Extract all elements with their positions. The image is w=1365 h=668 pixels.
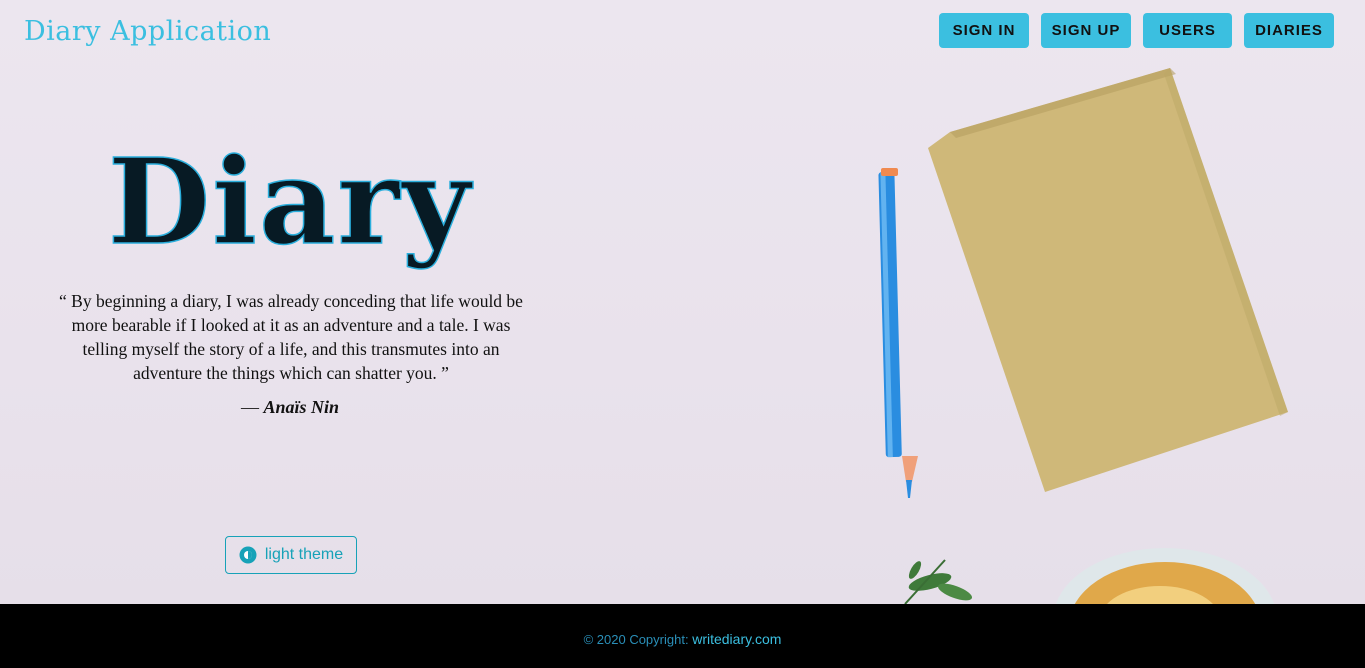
quote-author: — Anaïs Nin — [0, 397, 580, 418]
theme-toggle-icon — [239, 546, 257, 564]
sign-in-button[interactable]: SIGN IN — [939, 13, 1029, 48]
theme-toggle-label: light theme — [264, 546, 344, 563]
notebook-illustration — [928, 68, 1288, 492]
footer: © 2020 Copyright: writediary.com — [0, 604, 1365, 668]
desk-illustration — [878, 68, 1288, 604]
coffee-cup-illustration — [1055, 548, 1275, 604]
author-dash: — — [240, 397, 259, 417]
users-button[interactable]: USERS — [1143, 13, 1232, 48]
hero-section: Diary Application SIGN IN SIGN UP USERS … — [0, 0, 1365, 604]
footer-site-link[interactable]: writediary.com — [692, 631, 781, 647]
theme-toggle-button[interactable]: light theme — [225, 536, 357, 574]
leaves-illustration — [904, 559, 973, 604]
hero-title: Diary — [107, 131, 473, 272]
brand-title[interactable]: Diary Application — [24, 16, 271, 47]
sign-up-button[interactable]: SIGN UP — [1041, 13, 1131, 48]
pencil-illustration — [878, 168, 918, 498]
hero-quote: “ By beginning a diary, I was already co… — [59, 291, 523, 383]
diaries-button[interactable]: DIARIES — [1244, 13, 1334, 48]
copyright-text: © 2020 Copyright: — [583, 632, 689, 647]
author-name: Anaïs Nin — [263, 397, 340, 417]
top-navigation: SIGN IN SIGN UP USERS DIARIES — [939, 13, 1334, 48]
